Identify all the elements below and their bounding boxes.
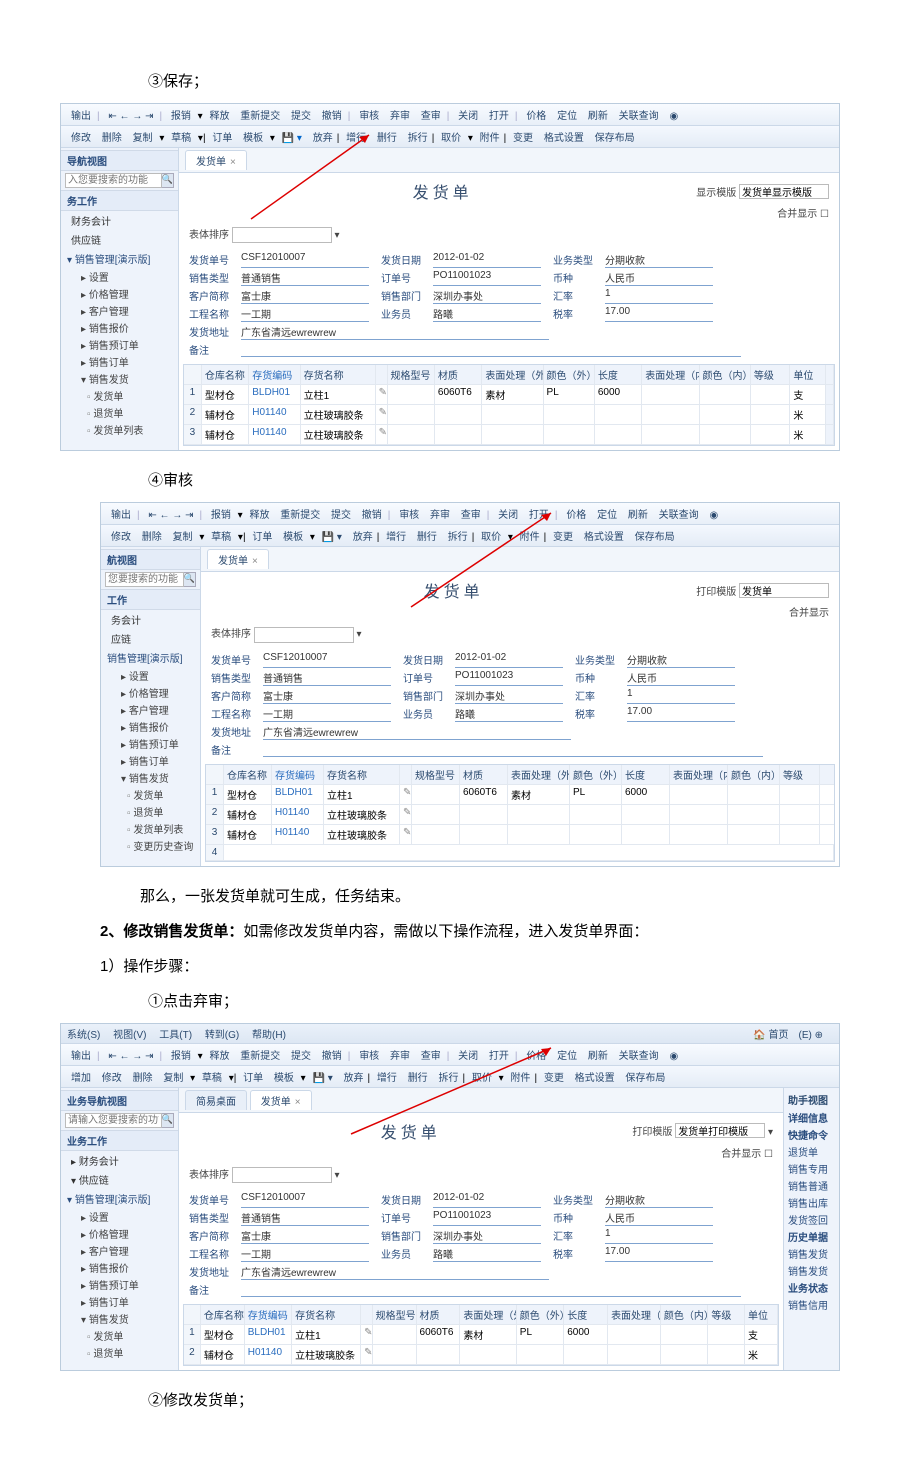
toolbar-row1: 输出| ⇤ ← → ⇥| 报销 ▾ 释放 重新提交 提交 撤销| 审核 弃审 查… (61, 104, 839, 126)
sec2-title: 2、修改销售发货单：如需修改发货单内容，需做以下操作流程，进入发货单界面： (100, 918, 840, 945)
home-btn[interactable]: 🏠 首页(E) ⊕ (753, 1026, 823, 1041)
sec2-steps: 1）操作步骤： (100, 953, 840, 980)
screenshot-unaudit: 系统(S) 视图(V) 工具(T) 转到(G) 帮助(H) 🏠 首页(E) ⊕ … (60, 1023, 840, 1371)
search-btn[interactable]: 🔍 (162, 173, 174, 188)
step2-1: ①点击弃审； (148, 988, 840, 1015)
data-grid: 仓库名称 存货编码 存货名称 规格型号 材质 表面处理（外） 颜色（外） 长度 … (183, 364, 835, 446)
table-row[interactable]: 2辅材仓H01140立柱玻璃胶条✎ (206, 805, 834, 825)
mid-sentence: 那么，一张发货单就可生成，任务结束。 (140, 883, 840, 910)
quick-link[interactable]: 销售专用 (786, 1160, 837, 1177)
audit-btn[interactable]: 审核 (395, 505, 423, 522)
sort-row: 表体排序 ▾ (179, 224, 839, 249)
table-row[interactable]: 1型材仓BLDH01立柱1✎6060T6素材PL6000支 (184, 1325, 778, 1345)
quick-link[interactable]: 销售出库 (786, 1194, 837, 1211)
tb-output[interactable]: 输出 (67, 106, 95, 123)
save-dropdown[interactable]: 💾 ▾ (278, 132, 306, 145)
quick-link[interactable]: 发货签回 (786, 1211, 837, 1228)
menubar: 系统(S) 视图(V) 工具(T) 转到(G) 帮助(H) 🏠 首页(E) ⊕ (61, 1024, 839, 1044)
quick-link[interactable]: 退货单 (786, 1143, 837, 1160)
form-grid: 发货单号CSF12010007 发货日期2012-01-02 业务类型分期收款 … (179, 249, 839, 364)
toolbar-row1-2: 输出| ⇤ ← → ⇥| 报销 ▾ 释放 重新提交 提交 撤销| 审核 弃审 查… (101, 503, 839, 525)
sidebar: 导航视图 🔍 务工作 财务会计 供应链 ▾ 销售管理[演示版] ▸ 设置 ▸ 价… (61, 148, 179, 450)
quick-link[interactable]: 销售普通 (786, 1177, 837, 1194)
table-row[interactable]: 1型材仓BLDH01立柱1✎6060T6素材PL6000支 (184, 385, 834, 405)
nav-header: 导航视图 (61, 150, 178, 171)
screenshot-save: 输出| ⇤ ← → ⇥| 报销 ▾ 释放 重新提交 提交 撤销| 审核 弃审 查… (60, 103, 840, 451)
sidebar-ship-doc[interactable]: 发货单 (61, 387, 178, 404)
tab-shipdoc[interactable]: 发货单× (185, 150, 247, 170)
step3-label: ③保存； (148, 68, 840, 95)
toolbar-row2: 修改 删除 复制 ▾ 草稿 ▾| 订单 模板 ▾ 💾 ▾ 放弃| 增行 删行 拆… (61, 126, 839, 148)
doc-title: 发货单 (189, 179, 696, 203)
close-icon[interactable]: × (230, 157, 236, 168)
screenshot-audit: 输出| ⇤ ← → ⇥| 报销 ▾ 释放 重新提交 提交 撤销| 审核 弃审 查… (100, 502, 840, 866)
table-row[interactable]: 1型材仓BLDH01立柱1✎6060T6素材PL6000 (206, 785, 834, 805)
step4-label: ④审核 (148, 467, 840, 494)
table-row[interactable]: 2辅材仓H01140立柱玻璃胶条✎米 (184, 1345, 778, 1365)
unaudit-btn[interactable]: 弃审 (386, 1046, 414, 1063)
helper-panel: 助手视图 详细信息 快捷命令 退货单销售专用销售普通销售出库发货签回 历史单据 … (783, 1088, 839, 1370)
step2-2: ②修改发货单； (148, 1387, 840, 1414)
template-box: 显示模版 (696, 184, 829, 199)
nav-biz[interactable]: 务工作 (61, 190, 178, 211)
table-row[interactable]: 3辅材仓H01140立柱玻璃胶条✎米 (184, 425, 834, 445)
table-row[interactable]: 2辅材仓H01140立柱玻璃胶条✎米 (184, 405, 834, 425)
help-icon[interactable]: ◉ (665, 110, 682, 123)
table-row[interactable]: 3辅材仓H01140立柱玻璃胶条✎ (206, 825, 834, 845)
search-input[interactable] (65, 173, 162, 188)
